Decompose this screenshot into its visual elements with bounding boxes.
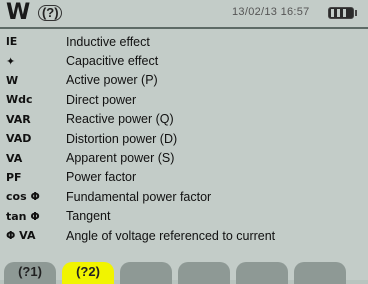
list-item: Wdc Direct power — [0, 90, 368, 109]
tab-empty-6[interactable] — [294, 262, 346, 284]
tab-empty-5[interactable] — [236, 262, 288, 284]
list-item: W Active power (P) — [0, 71, 368, 90]
symbol-description: Distortion power (D) — [66, 131, 178, 146]
datetime-display: 13/02/13 16:57 — [232, 6, 310, 18]
symbol: VAD — [6, 132, 32, 146]
header-bar: W (?) 13/02/13 16:57 — [0, 0, 368, 26]
battery-cell — [343, 9, 346, 17]
power-mode-icon: W — [6, 0, 31, 25]
battery-cell — [337, 9, 340, 17]
symbol-description: Apparent power (S) — [66, 151, 175, 166]
tab-help-2[interactable]: (?2) — [62, 262, 114, 284]
symbol-description: Inductive effect — [66, 34, 150, 49]
list-item: PF Power factor — [0, 168, 368, 187]
symbol: W — [6, 73, 19, 87]
symbol-description: Direct power — [66, 92, 137, 107]
symbol-description: Angle of voltage referenced to current — [66, 228, 276, 243]
symbol: PF — [6, 170, 22, 184]
symbol-description: Capacitive effect — [66, 54, 159, 69]
symbol: VA — [6, 151, 23, 165]
symbol-description: Power factor — [66, 170, 137, 185]
help-icon[interactable]: (?) — [38, 5, 63, 21]
list-item: tan Φ Tangent — [0, 207, 368, 226]
symbol: ✦ — [6, 54, 16, 68]
header-divider — [0, 27, 368, 29]
battery-cell — [331, 9, 334, 17]
symbol: tan Φ — [6, 209, 40, 223]
symbol-description: Tangent — [66, 209, 111, 224]
battery-icon — [328, 7, 357, 19]
device-screen: W (?) 13/02/13 16:57 lE Inductive effect … — [0, 0, 368, 284]
symbol: cos Φ — [6, 190, 40, 204]
symbol: Φ VA — [6, 229, 36, 243]
tab-empty-4[interactable] — [178, 262, 230, 284]
symbol-description: Reactive power (Q) — [66, 112, 174, 127]
list-item: lE Inductive effect — [0, 32, 368, 51]
list-item: VA Apparent power (S) — [0, 148, 368, 167]
symbol: Wdc — [6, 93, 33, 107]
symbol: lE — [6, 35, 18, 49]
list-item: VAD Distortion power (D) — [0, 129, 368, 148]
tab-empty-3[interactable] — [120, 262, 172, 284]
tab-help-1[interactable]: (?1) — [4, 262, 56, 284]
symbol-legend-list: lE Inductive effect ✦ Capacitive effect W A… — [0, 32, 368, 245]
list-item: VAR Reactive power (Q) — [0, 110, 368, 129]
list-item: Φ VA Angle of voltage referenced to curre… — [0, 226, 368, 245]
symbol-description: Active power (P) — [66, 73, 158, 88]
symbol-description: Fundamental power factor — [66, 189, 212, 204]
list-item: cos Φ Fundamental power factor — [0, 187, 368, 206]
function-key-bar: (?1) (?2) — [0, 262, 368, 284]
list-item: ✦ Capacitive effect — [0, 51, 368, 70]
symbol: VAR — [6, 112, 31, 126]
